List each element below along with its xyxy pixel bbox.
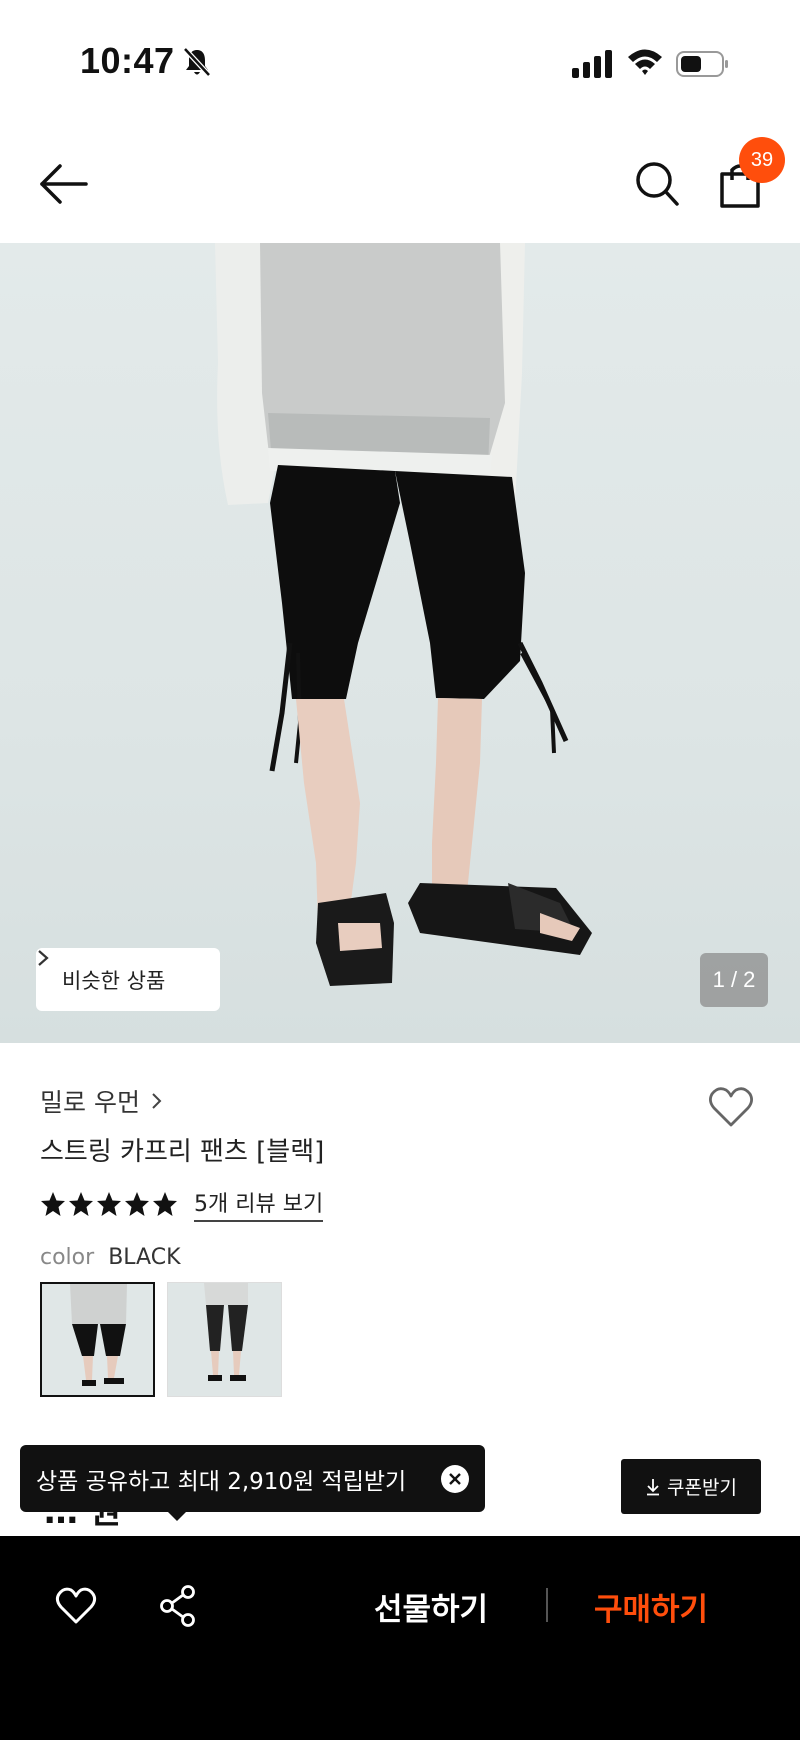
similar-products-label: 비슷한 상품 bbox=[62, 968, 166, 993]
search-icon[interactable] bbox=[634, 160, 680, 208]
reviews-link[interactable]: 5개 리뷰 보기 bbox=[194, 1186, 324, 1222]
top-nav bbox=[0, 120, 800, 243]
swatch-thumbnail bbox=[42, 1284, 153, 1395]
color-swatch-black-side[interactable] bbox=[167, 1282, 282, 1397]
share-reward-toast[interactable]: 상품 공유하고 최대 2,910원 적립받기 bbox=[20, 1445, 485, 1512]
star-icon bbox=[41, 1192, 65, 1216]
buy-button[interactable]: 구매하기 bbox=[594, 1584, 708, 1629]
color-label: color bbox=[40, 1245, 95, 1270]
status-bar: 10:47 bbox=[0, 0, 800, 120]
color-swatches bbox=[40, 1282, 282, 1397]
brand-link[interactable]: 밀로 우먼 bbox=[40, 1083, 162, 1119]
divider bbox=[546, 1588, 548, 1622]
gift-button[interactable]: 선물하기 bbox=[374, 1584, 488, 1629]
similar-products-button[interactable]: 비슷한 상품 bbox=[36, 948, 220, 1011]
product-image-carousel[interactable]: 비슷한 상품 1 / 2 bbox=[0, 243, 800, 1043]
battery-icon bbox=[676, 51, 728, 77]
close-icon bbox=[449, 1473, 461, 1485]
star-icon bbox=[153, 1192, 177, 1216]
back-arrow-icon[interactable] bbox=[36, 160, 92, 208]
share-icon[interactable] bbox=[158, 1584, 198, 1628]
wishlist-heart-icon[interactable] bbox=[706, 1082, 756, 1132]
bottom-action-bar: 선물하기 구매하기 bbox=[0, 1536, 800, 1740]
color-swatch-black-front[interactable] bbox=[40, 1282, 155, 1397]
product-title: 스트링 카프리 팬츠 [블랙] bbox=[40, 1137, 325, 1167]
rating-row: 5개 리뷰 보기 bbox=[40, 1186, 324, 1222]
coupon-label: 쿠폰받기 bbox=[667, 1477, 737, 1499]
brand-name: 밀로 우먼 bbox=[40, 1088, 140, 1117]
heart-icon[interactable] bbox=[54, 1584, 98, 1628]
chevron-right-icon bbox=[152, 1093, 162, 1109]
toast-text: 상품 공유하고 최대 2,910원 적립받기 bbox=[36, 1468, 407, 1495]
cart-count-badge: 39 bbox=[739, 137, 785, 183]
coupon-download-button[interactable]: 쿠폰받기 bbox=[621, 1459, 761, 1514]
star-icon bbox=[97, 1192, 121, 1216]
status-time: 10:47 bbox=[80, 40, 175, 81]
bell-off-icon bbox=[183, 47, 211, 77]
rating-stars bbox=[40, 1191, 178, 1217]
wifi-icon bbox=[628, 49, 662, 75]
image-page-indicator: 1 / 2 bbox=[700, 953, 768, 1007]
product-photo bbox=[215, 243, 592, 986]
toast-close-button[interactable] bbox=[441, 1465, 469, 1493]
star-icon bbox=[125, 1192, 149, 1216]
toast-pointer bbox=[166, 1510, 188, 1521]
star-icon bbox=[69, 1192, 93, 1216]
download-icon bbox=[647, 1478, 660, 1495]
signal-icon bbox=[572, 50, 612, 78]
swatch-thumbnail bbox=[168, 1283, 281, 1396]
chevron-right-icon bbox=[38, 950, 49, 966]
color-value: BLACK bbox=[108, 1245, 181, 1270]
color-row: color BLACK bbox=[40, 1245, 181, 1270]
